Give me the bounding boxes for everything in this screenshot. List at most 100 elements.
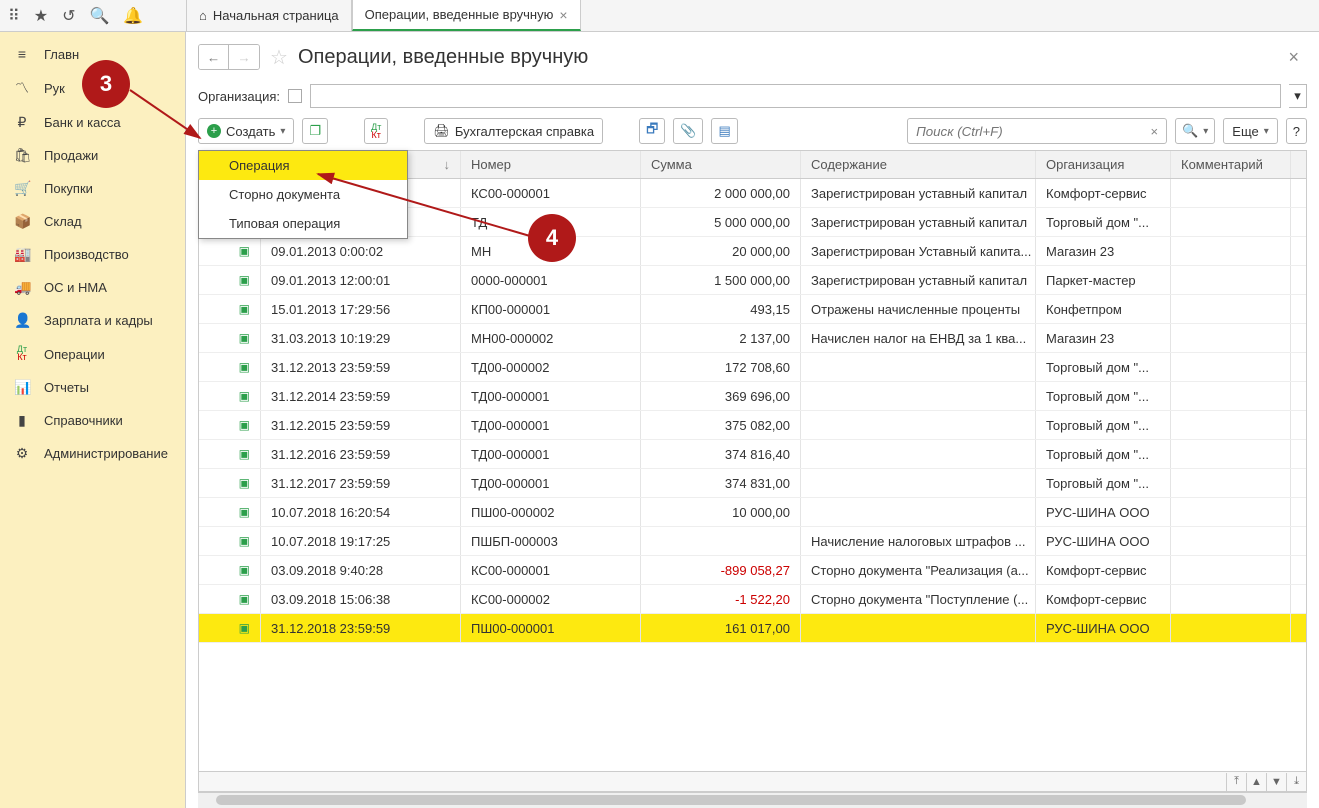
org-checkbox[interactable]: [288, 89, 302, 103]
document-icon: ▣: [239, 563, 250, 577]
sidebar-item-assets[interactable]: 🚚ОС и НМА: [0, 271, 185, 304]
filter-row: Организация: ▾: [198, 80, 1307, 118]
bell-icon[interactable]: 🔔: [123, 6, 143, 26]
sidebar-item-production[interactable]: 🏭Производство: [0, 238, 185, 271]
sidebar-item-catalogs[interactable]: ▮Справочники: [0, 404, 185, 437]
search-input[interactable]: [908, 124, 1142, 139]
menu-item-storno[interactable]: Сторно документа: [199, 180, 407, 209]
cell-content: Сторно документа "Реализация (а...: [801, 556, 1036, 584]
tab-label: Начальная страница: [213, 8, 339, 23]
cell-org: Торговый дом "...: [1036, 382, 1171, 410]
copy-button[interactable]: ❐: [302, 118, 328, 144]
org-dropdown-button[interactable]: ▾: [1289, 84, 1307, 108]
sidebar-item-sales[interactable]: 🛍Продажи: [0, 139, 185, 172]
table-row[interactable]: ▣10.07.2018 16:20:54ПШ00-00000210 000,00…: [199, 498, 1306, 527]
table-row[interactable]: ▣31.12.2014 23:59:59ТД00-000001369 696,0…: [199, 382, 1306, 411]
cell-date: 31.12.2015 23:59:59: [261, 411, 461, 439]
next-page-icon[interactable]: ▼: [1266, 773, 1286, 791]
table-row[interactable]: ▣15.01.2013 17:29:56КП00-000001493,15Отр…: [199, 295, 1306, 324]
clear-icon[interactable]: ×: [1142, 124, 1166, 139]
close-icon[interactable]: ×: [1288, 47, 1307, 68]
attach-button[interactable]: 📎: [673, 118, 703, 144]
cell-comment: [1171, 295, 1291, 323]
back-button[interactable]: ←: [199, 45, 229, 69]
book-icon: ▮: [14, 412, 30, 429]
more-button[interactable]: Еще▾: [1223, 118, 1277, 144]
h-scrollbar[interactable]: [198, 792, 1307, 808]
copy-icon: ❐: [309, 123, 321, 139]
star-icon[interactable]: ★: [34, 6, 48, 26]
sidebar-item-warehouse[interactable]: 📦Склад: [0, 205, 185, 238]
sidebar-item-hr[interactable]: 👤Зарплата и кадры: [0, 304, 185, 337]
table-row[interactable]: ▣10.07.2018 19:17:25ПШБП-000003Начислени…: [199, 527, 1306, 556]
list-button[interactable]: ▤: [711, 118, 737, 144]
create-button[interactable]: + Создать ▾: [198, 118, 294, 144]
forward-button[interactable]: →: [229, 45, 259, 69]
row-icon-cell: ▣: [199, 498, 261, 526]
chevron-down-icon: ▾: [280, 126, 285, 137]
menu-item-template[interactable]: Типовая операция: [199, 209, 407, 238]
sidebar-item-bank[interactable]: ₽Банк и касса: [0, 106, 185, 139]
th-comment[interactable]: Комментарий: [1171, 151, 1291, 178]
advanced-search-button[interactable]: 🔍▾: [1175, 118, 1215, 144]
sidebar-item-admin[interactable]: ⚙Администрирование: [0, 437, 185, 470]
tab-label: Операции, введенные вручную: [365, 7, 554, 22]
close-icon[interactable]: ×: [559, 7, 567, 23]
row-icon-cell: ▣: [199, 527, 261, 555]
link-button[interactable]: 🗗: [639, 118, 665, 144]
table-row[interactable]: ▣03.09.2018 9:40:28КС00-000001-899 058,2…: [199, 556, 1306, 585]
cell-org: Торговый дом "...: [1036, 440, 1171, 468]
last-page-icon[interactable]: ⤓: [1286, 773, 1306, 791]
cell-sum: 5 000 000,00: [641, 208, 801, 236]
th-number[interactable]: Номер: [461, 151, 641, 178]
cell-org: Магазин 23: [1036, 237, 1171, 265]
table-row[interactable]: ▣31.12.2015 23:59:59ТД00-000001375 082,0…: [199, 411, 1306, 440]
cell-date: 10.07.2018 16:20:54: [261, 498, 461, 526]
table-row[interactable]: ▣09.01.2013 12:00:010000-0000011 500 000…: [199, 266, 1306, 295]
sort-icon: ↓: [444, 157, 451, 172]
cell-number: ТД00-000001: [461, 469, 641, 497]
th-org[interactable]: Организация: [1036, 151, 1171, 178]
menu-item-label: Операция: [229, 158, 290, 173]
table-row[interactable]: ▣31.12.2017 23:59:59ТД00-000001374 831,0…: [199, 469, 1306, 498]
table-row[interactable]: ▣03.09.2018 15:06:38КС00-000002-1 522,20…: [199, 585, 1306, 614]
favorite-icon[interactable]: ☆: [270, 45, 288, 70]
sidebar-item-label: Банк и касса: [44, 115, 121, 130]
dtkt-button[interactable]: ДтКт: [364, 118, 388, 144]
sidebar-item-purchases[interactable]: 🛒Покупки: [0, 172, 185, 205]
cell-sum: 10 000,00: [641, 498, 801, 526]
help-button[interactable]: ?: [1286, 118, 1307, 144]
sidebar-item-label: Отчеты: [44, 380, 89, 395]
menu-item-operation[interactable]: Операция: [199, 151, 407, 180]
box-icon: 📦: [14, 213, 30, 230]
table-row[interactable]: ▣31.12.2018 23:59:59ПШ00-000001161 017,0…: [199, 614, 1306, 643]
th-content[interactable]: Содержание: [801, 151, 1036, 178]
document-icon: ▣: [239, 418, 250, 432]
history-icon[interactable]: ↺: [62, 6, 75, 26]
cell-content: Начислен налог на ЕНВД за 1 ква...: [801, 324, 1036, 352]
prev-page-icon[interactable]: ▲: [1246, 773, 1266, 791]
table-row[interactable]: ▣31.12.2013 23:59:59ТД00-000002172 708,6…: [199, 353, 1306, 382]
sidebar-item-label: Продажи: [44, 148, 98, 163]
cell-date: 31.12.2018 23:59:59: [261, 614, 461, 642]
table-row[interactable]: ▣09.01.2013 0:00:02МН20 000,00Зарегистри…: [199, 237, 1306, 266]
tab-operations[interactable]: Операции, введенные вручную ×: [352, 0, 581, 31]
dtkt-icon: ДтКт: [14, 345, 30, 363]
table-row[interactable]: ▣31.12.2016 23:59:59ТД00-000001374 816,4…: [199, 440, 1306, 469]
sidebar-item-reports[interactable]: 📊Отчеты: [0, 371, 185, 404]
cell-number: 0000-000001: [461, 266, 641, 294]
cell-comment: [1171, 556, 1291, 584]
apps-icon[interactable]: ⠿: [8, 6, 20, 26]
table-row[interactable]: ▣31.03.2013 10:19:29МН00-0000022 137,00Н…: [199, 324, 1306, 353]
report-button[interactable]: 🖨 Бухгалтерская справка: [424, 118, 603, 144]
th-sum[interactable]: Сумма: [641, 151, 801, 178]
search-icon[interactable]: 🔍: [89, 6, 109, 26]
first-page-icon[interactable]: ⤒: [1226, 773, 1246, 791]
org-input[interactable]: [310, 84, 1281, 108]
tab-home[interactable]: ⌂ Начальная страница: [186, 0, 352, 31]
row-icon-cell: ▣: [199, 411, 261, 439]
scroll-thumb[interactable]: [216, 795, 1246, 805]
cell-org: РУС-ШИНА ООО: [1036, 498, 1171, 526]
sidebar-item-operations[interactable]: ДтКтОперации: [0, 337, 185, 371]
cell-number: МН00-000002: [461, 324, 641, 352]
